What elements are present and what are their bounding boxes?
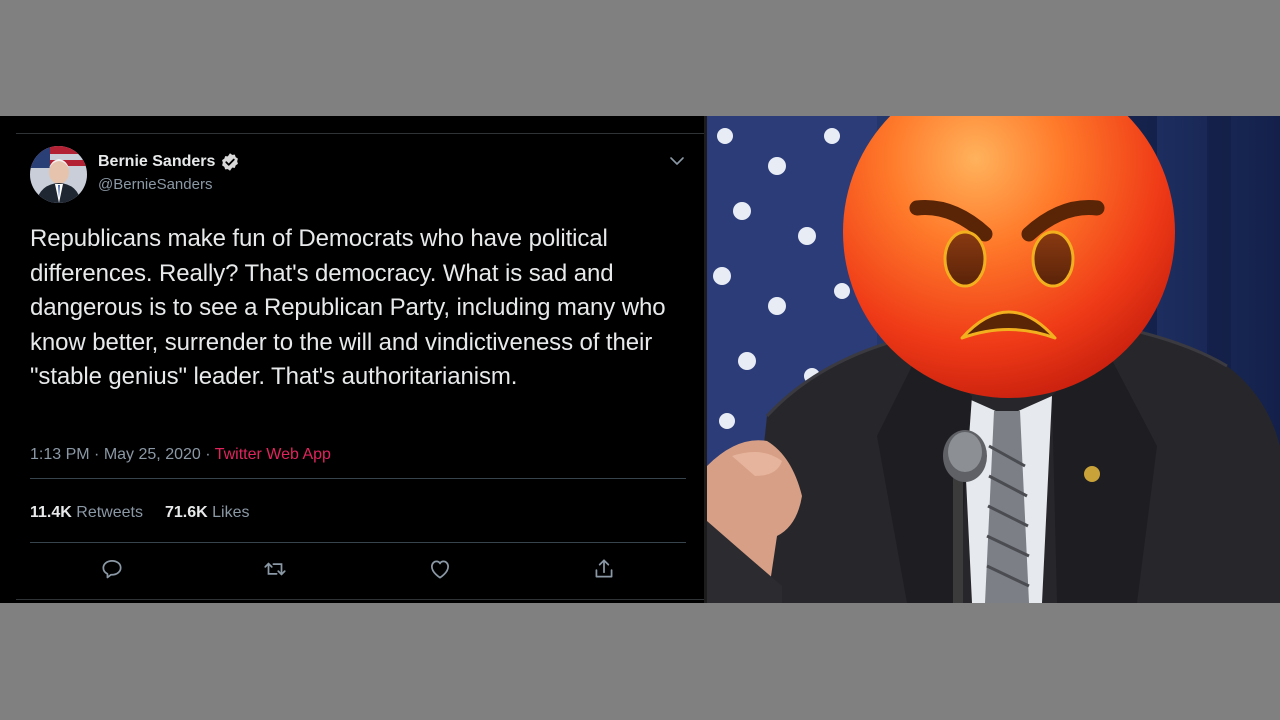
action-bar (30, 556, 686, 586)
likes-stat[interactable]: 71.6K Likes (165, 504, 250, 522)
meta-separator: · (94, 446, 100, 463)
top-divider (16, 133, 704, 134)
tweet-source-link[interactable]: Twitter Web App (215, 446, 331, 463)
author-name[interactable]: Bernie Sanders (98, 152, 240, 172)
tweet-stats: 11.4K Retweets 71.6K Likes (30, 504, 249, 522)
tweet-card: Bernie Sanders @BernieSanders Republican… (0, 116, 707, 603)
divider (30, 542, 686, 543)
avatar[interactable] (30, 146, 87, 203)
retweets-stat[interactable]: 11.4K Retweets (30, 504, 143, 522)
likes-count: 71.6K (164, 504, 208, 521)
screenshot-frame: Bernie Sanders @BernieSanders Republican… (0, 116, 1280, 603)
retweet-icon[interactable] (262, 556, 288, 582)
tweet-date[interactable]: May 25, 2020 (104, 446, 201, 463)
retweets-count: 11.4K (30, 504, 72, 521)
speaker-photo-illustration (707, 116, 1280, 603)
tweet-text: Republicans make fun of Democrats who ha… (30, 225, 666, 390)
speaker-photo (707, 116, 1280, 603)
verified-badge-icon (220, 152, 240, 172)
chevron-down-icon[interactable] (668, 152, 686, 170)
tweet-time[interactable]: 1:13 PM (30, 446, 90, 463)
meta-separator: · (205, 446, 211, 463)
author-name-text: Bernie Sanders (98, 153, 216, 170)
likes-label: Likes (212, 504, 250, 521)
bottom-divider (16, 599, 704, 600)
heart-icon[interactable] (427, 556, 453, 582)
share-icon[interactable] (591, 556, 617, 582)
author-handle[interactable]: @BernieSanders (98, 176, 212, 193)
retweets-label: Retweets (76, 504, 143, 521)
divider (30, 478, 686, 479)
tweet-meta: 1:13 PM · May 25, 2020 · Twitter Web App (30, 446, 331, 464)
reply-icon[interactable] (99, 556, 125, 582)
